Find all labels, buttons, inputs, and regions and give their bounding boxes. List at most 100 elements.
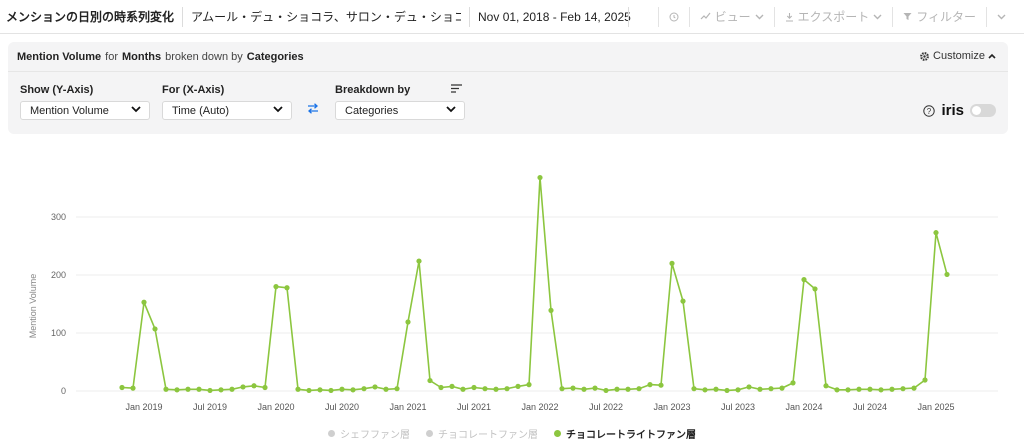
data-point: [262, 384, 268, 391]
data-point: [328, 387, 334, 394]
data-point: [614, 386, 620, 392]
data-point: [394, 386, 400, 392]
x-tick-label: Jul 2020: [325, 402, 359, 412]
info-button[interactable]: [657, 6, 689, 27]
data-point: [559, 386, 565, 392]
data-point: [735, 387, 741, 393]
data-point: [526, 382, 532, 388]
view-label: ビュー: [714, 10, 751, 24]
legend-item[interactable]: チョコレートライトファン層: [554, 426, 696, 441]
y-axis-select[interactable]: Mention Volume: [20, 101, 150, 120]
data-point: [592, 385, 598, 391]
data-point: [350, 387, 356, 393]
data-point: [130, 385, 136, 391]
data-point: [603, 387, 609, 394]
chevron-up-icon: [988, 53, 996, 59]
data-point: [515, 383, 521, 389]
data-point: [922, 377, 928, 383]
data-point: [317, 387, 323, 393]
swap-axes-icon[interactable]: [307, 103, 319, 114]
x-tick-label: Jan 2023: [653, 402, 690, 412]
data-point: [207, 387, 213, 394]
x-tick-label: Jul 2024: [853, 402, 887, 412]
summary-period: Months: [121, 50, 162, 63]
data-point: [746, 384, 752, 390]
legend-item[interactable]: シェフファン層: [328, 426, 410, 441]
data-point: [339, 386, 345, 392]
chevron-down-icon: [131, 106, 141, 113]
trend-icon: [700, 12, 711, 20]
y-axis-label: Show (Y-Axis): [20, 84, 94, 96]
date-range-picker[interactable]: Nov 01, 2018 - Feb 14, 2025: [478, 10, 631, 24]
breakdown-label: Breakdown by: [335, 84, 411, 96]
sort-icon[interactable]: [451, 84, 462, 93]
legend-marker: [426, 430, 433, 437]
iris-toggle-group: ? iris: [923, 102, 996, 119]
data-point: [152, 326, 158, 332]
data-point: [812, 286, 818, 292]
y-tick-label: 200: [51, 270, 66, 280]
x-tick-label: Jul 2021: [457, 402, 491, 412]
data-point: [900, 386, 906, 392]
data-point: [790, 380, 796, 386]
data-point: [867, 386, 873, 392]
y-tick-label: 100: [51, 328, 66, 338]
divider: [469, 6, 471, 27]
data-point: [911, 385, 917, 391]
data-point: [119, 384, 125, 391]
svg-text:?: ?: [927, 107, 932, 116]
x-axis-label: For (X-Axis): [162, 84, 225, 96]
x-tick-label: Jan 2019: [125, 402, 162, 412]
filter-button[interactable]: フィルター: [892, 6, 986, 27]
data-point: [768, 386, 774, 392]
data-point: [471, 384, 477, 391]
data-point: [460, 386, 466, 392]
data-point: [383, 386, 389, 392]
line-chart: Mention Volume 0 100 200 300 Jan 2019 Jul 2019…: [0, 140, 1024, 445]
data-point: [823, 383, 829, 389]
filter-icon: [903, 13, 912, 20]
brand-filter-summary[interactable]: アムール・デュ・ショコラ、サロン・デュ・ショコラ、...: [191, 8, 461, 25]
data-point: [493, 386, 499, 392]
data-point: [405, 319, 411, 325]
page-title: メンションの日別の時系列変化: [6, 10, 175, 24]
data-point: [174, 387, 180, 393]
chevron-down-icon: [273, 106, 283, 113]
view-button[interactable]: ビュー: [688, 6, 774, 27]
legend-marker: [328, 430, 335, 437]
export-button[interactable]: エクスポート: [773, 6, 893, 27]
legend-item[interactable]: チョコレートファン層: [426, 426, 538, 441]
data-point: [361, 386, 367, 392]
data-point: [570, 385, 576, 391]
x-tick-label: Jan 2025: [917, 402, 954, 412]
y-axis-title: Mention Volume: [28, 274, 38, 339]
summary-breakdown-word: broken down by: [165, 50, 243, 63]
data-point: [878, 387, 884, 393]
y-tick-label: 0: [61, 386, 66, 396]
breakdown-select[interactable]: Categories: [335, 101, 465, 120]
iris-toggle[interactable]: [970, 104, 996, 117]
data-point: [691, 386, 697, 392]
data-point: [185, 386, 191, 392]
more-menu-button[interactable]: [986, 6, 1024, 27]
chevron-down-icon: [446, 106, 456, 113]
help-icon[interactable]: ?: [923, 104, 936, 117]
x-axis-select[interactable]: Time (Auto): [162, 101, 292, 120]
data-point: [724, 387, 730, 394]
data-point: [240, 384, 246, 390]
divider: [628, 6, 630, 27]
customize-label: Customize: [933, 50, 985, 62]
data-point: [218, 387, 224, 393]
gear-icon: [920, 51, 929, 61]
summary-for-word: for: [105, 50, 118, 63]
data-point: [834, 387, 840, 393]
data-point: [779, 385, 785, 391]
legend-marker: [554, 430, 561, 437]
x-axis-select-value: Time (Auto): [172, 104, 230, 117]
y-axis-select-value: Mention Volume: [30, 104, 109, 117]
chevron-down-icon: [997, 14, 1006, 19]
legend-label: チョコレートファン層: [438, 430, 538, 441]
export-label: エクスポート: [797, 10, 870, 24]
customize-button[interactable]: Customize: [919, 50, 996, 62]
y-tick-label: 300: [51, 212, 66, 222]
